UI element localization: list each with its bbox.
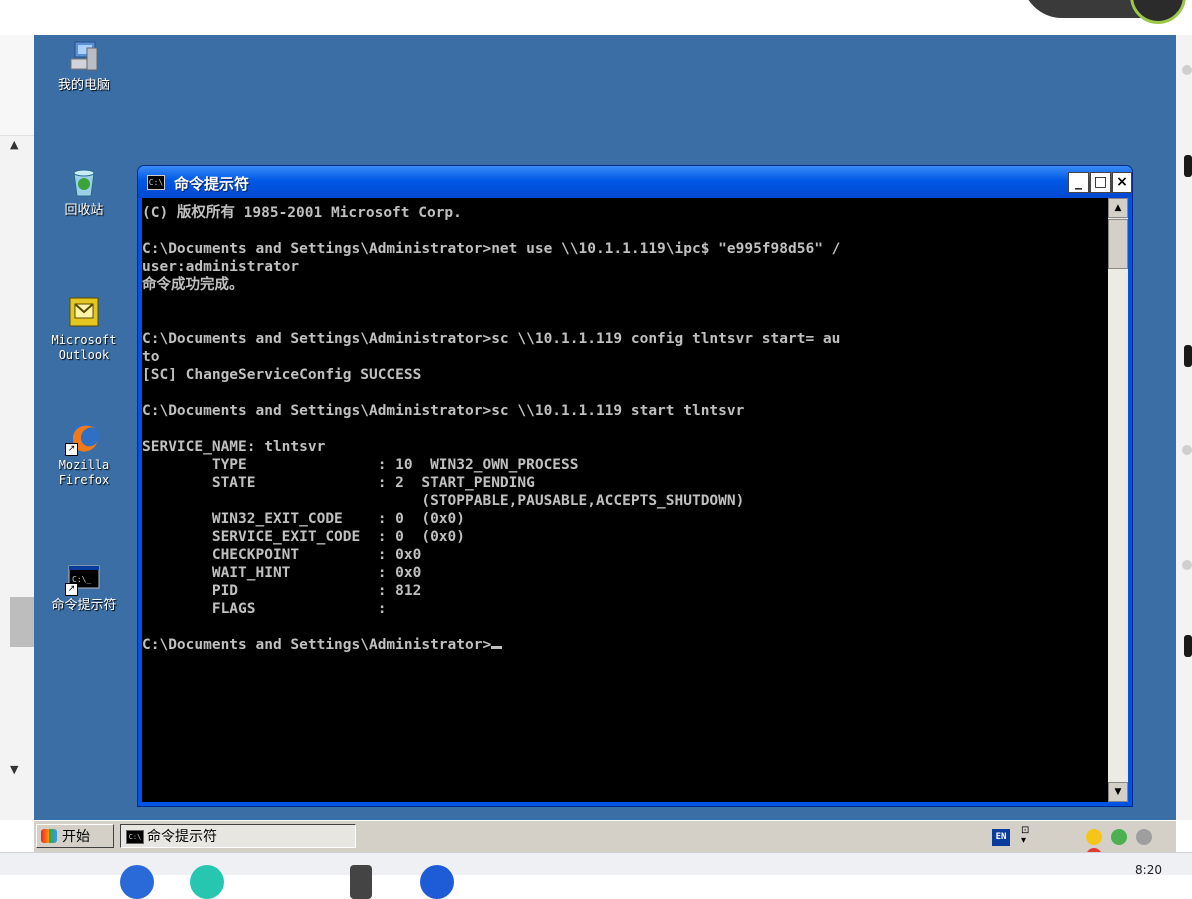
desktop-icon-firefox[interactable]: ↗ Mozilla Firefox (34, 420, 134, 488)
minimize-button[interactable]: _ (1068, 172, 1089, 193)
system-tray (1086, 826, 1176, 864)
start-button[interactable]: 开始 (36, 824, 114, 848)
network-icon[interactable] (1111, 828, 1128, 845)
windows-logo-icon (41, 829, 57, 843)
host-bar-icon (1184, 155, 1192, 177)
host-top-bar (0, 0, 1192, 35)
host-left-panel: ▲ ▼ (0, 35, 35, 820)
desktop-icon-label: Mozilla Firefox (58, 458, 110, 487)
desktop-icon-label: 回收站 (64, 203, 104, 218)
host-scroll-down-icon[interactable]: ▼ (10, 763, 18, 776)
host-app-icon[interactable] (120, 865, 154, 899)
recycle-bin-icon (67, 165, 101, 199)
host-app-icon[interactable] (190, 865, 224, 899)
scroll-thumb[interactable] (1108, 219, 1128, 269)
host-bar-icon (1184, 635, 1192, 657)
host-right-panel (1176, 35, 1192, 820)
host-scroll-up-icon[interactable]: ▲ (10, 138, 18, 151)
host-app-icon[interactable] (350, 865, 372, 899)
command-prompt-window[interactable]: C:\ 命令提示符 _ □ × (C) 版权所有 1985-2001 Micro… (137, 165, 1133, 807)
command-prompt-icon: C:\_ ↗ (65, 560, 101, 596)
desktop-icon-label: 命令提示符 (51, 598, 117, 613)
language-indicator[interactable]: EN (992, 829, 1010, 846)
scroll-down-arrow-icon[interactable]: ▼ (1108, 782, 1128, 802)
outlook-icon (67, 295, 101, 329)
desktop: 我的电脑 回收站 Microsoft Outlook ↗ Mozilla Fir… (34, 35, 1176, 820)
taskbar-item-command-prompt[interactable]: C:\ 命令提示符 (120, 824, 356, 848)
console-taskbar-icon: C:\ (126, 830, 144, 844)
desktop-icon-recycle-bin[interactable]: 回收站 (34, 165, 134, 218)
start-label: 开始 (62, 829, 90, 845)
assistant-ring-icon (1130, 0, 1186, 24)
console-output-area[interactable]: (C) 版权所有 1985-2001 Microsoft Corp. C:\Do… (142, 198, 1108, 802)
desktop-icon-my-computer[interactable]: 我的电脑 (34, 40, 134, 93)
my-computer-icon (67, 40, 101, 74)
host-bottom-bar: 8:20 (0, 852, 1192, 899)
shortcut-arrow-icon: ↗ (65, 443, 78, 456)
desktop-icon-label: Microsoft Outlook (51, 333, 117, 362)
host-left-pane (0, 35, 34, 136)
host-assistant-button[interactable] (1022, 0, 1192, 24)
console-text: (C) 版权所有 1985-2001 Microsoft Corp. C:\Do… (142, 205, 841, 653)
text-cursor (491, 646, 503, 649)
host-dot-icon (1182, 445, 1192, 455)
console-window-icon[interactable]: C:\ (147, 175, 165, 190)
desktop-icon-command-prompt[interactable]: C:\_ ↗ 命令提示符 (34, 560, 134, 613)
host-dot-icon (1182, 560, 1192, 570)
language-options-icon[interactable]: ⊡ ▾ (1021, 826, 1029, 846)
firefox-icon: ↗ (65, 420, 101, 456)
host-scroll-thumb[interactable] (10, 597, 34, 647)
console-scrollbar[interactable]: ▲ ▼ (1108, 198, 1128, 802)
tray-app-icon[interactable] (1136, 828, 1153, 845)
window-titlebar[interactable]: C:\ 命令提示符 _ □ × (138, 166, 1132, 198)
host-bar-icon (1184, 345, 1192, 367)
host-dot-icon (1182, 65, 1192, 75)
taskbar-item-label: 命令提示符 (147, 829, 217, 845)
desktop-icon-outlook[interactable]: Microsoft Outlook (34, 295, 134, 363)
maximize-button[interactable]: □ (1090, 172, 1111, 193)
desktop-icon-label: 我的电脑 (57, 78, 110, 93)
host-app-icon[interactable] (420, 865, 454, 899)
close-button[interactable]: × (1112, 172, 1132, 193)
scroll-up-arrow-icon[interactable]: ▲ (1108, 198, 1128, 218)
window-title: 命令提示符 (174, 175, 250, 193)
shortcut-arrow-icon: ↗ (65, 583, 78, 596)
host-clock: 8:20 (1135, 863, 1162, 877)
security-shield-icon[interactable] (1086, 828, 1102, 845)
taskbar: 开始 C:\ 命令提示符 EN ⊡ ▾ (34, 820, 1176, 864)
